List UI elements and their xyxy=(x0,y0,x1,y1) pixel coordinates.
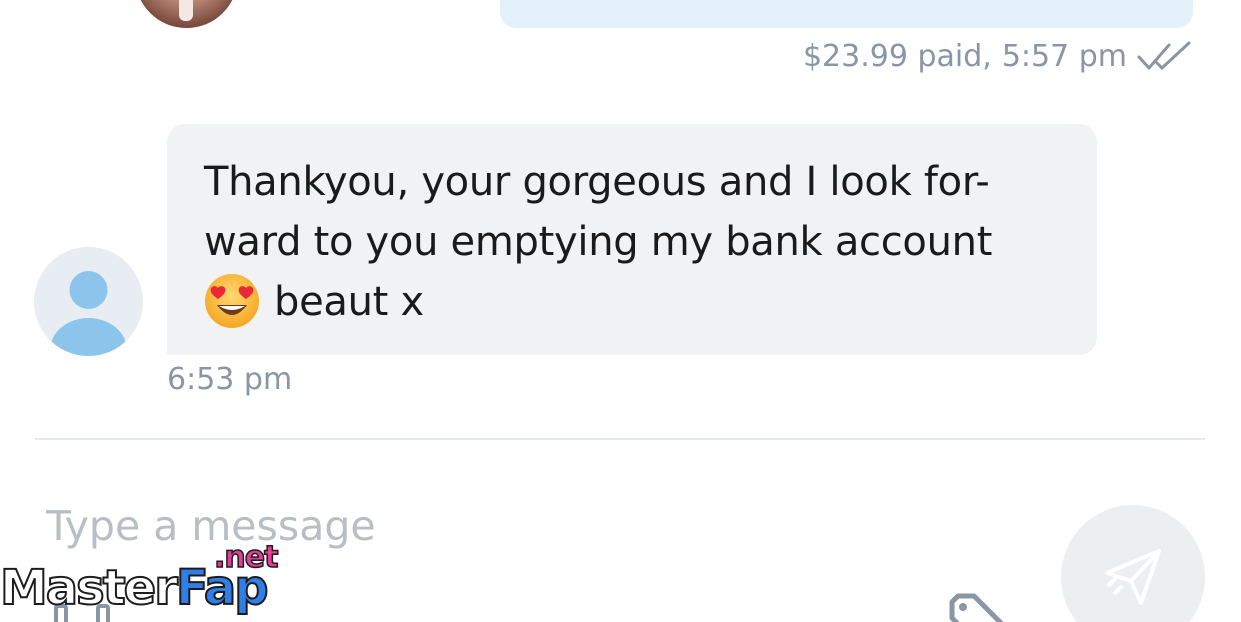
avatar-photo-detail xyxy=(179,0,193,21)
sent-message-time: 5:57 pm xyxy=(1001,38,1127,74)
watermark-part-2: Fap xyxy=(175,559,270,617)
fan-avatar[interactable] xyxy=(34,247,143,356)
sent-message-meta: $23.99 paid, 5:57 pm xyxy=(803,38,1193,74)
default-user-icon xyxy=(50,271,127,356)
received-message-text: Thankyou, your gorgeous and I look for- … xyxy=(204,152,1064,332)
message-line-2: ward to you emptying my bank account xyxy=(204,219,993,265)
watermark-logo: MasterFap xyxy=(0,558,270,618)
message-line-3: beaut x xyxy=(204,272,1064,332)
received-message-time: 6:53 pm xyxy=(167,362,293,397)
heart-eyes-emoji-icon xyxy=(205,274,259,328)
paid-amount: $23.99 paid, xyxy=(802,38,992,74)
message-line-3-text: beaut x xyxy=(274,279,424,325)
message-line-1: Thankyou, your gorgeous and I look for- xyxy=(204,159,990,205)
double-check-icon xyxy=(1137,41,1191,70)
received-message-bubble[interactable]: Thankyou, your gorgeous and I look for- … xyxy=(167,124,1097,355)
site-watermark: .net MasterFap xyxy=(0,539,310,622)
send-button[interactable] xyxy=(1061,505,1205,622)
watermark-part-1: Master xyxy=(0,559,179,617)
paper-plane-icon xyxy=(1105,549,1161,605)
creator-avatar[interactable] xyxy=(135,0,238,28)
sent-message-bubble[interactable] xyxy=(500,0,1193,28)
composer-divider xyxy=(35,438,1205,440)
price-tag-icon[interactable] xyxy=(946,592,1006,622)
chat-screen: $23.99 paid, 5:57 pm Thankyou, your gorg… xyxy=(0,0,1241,622)
